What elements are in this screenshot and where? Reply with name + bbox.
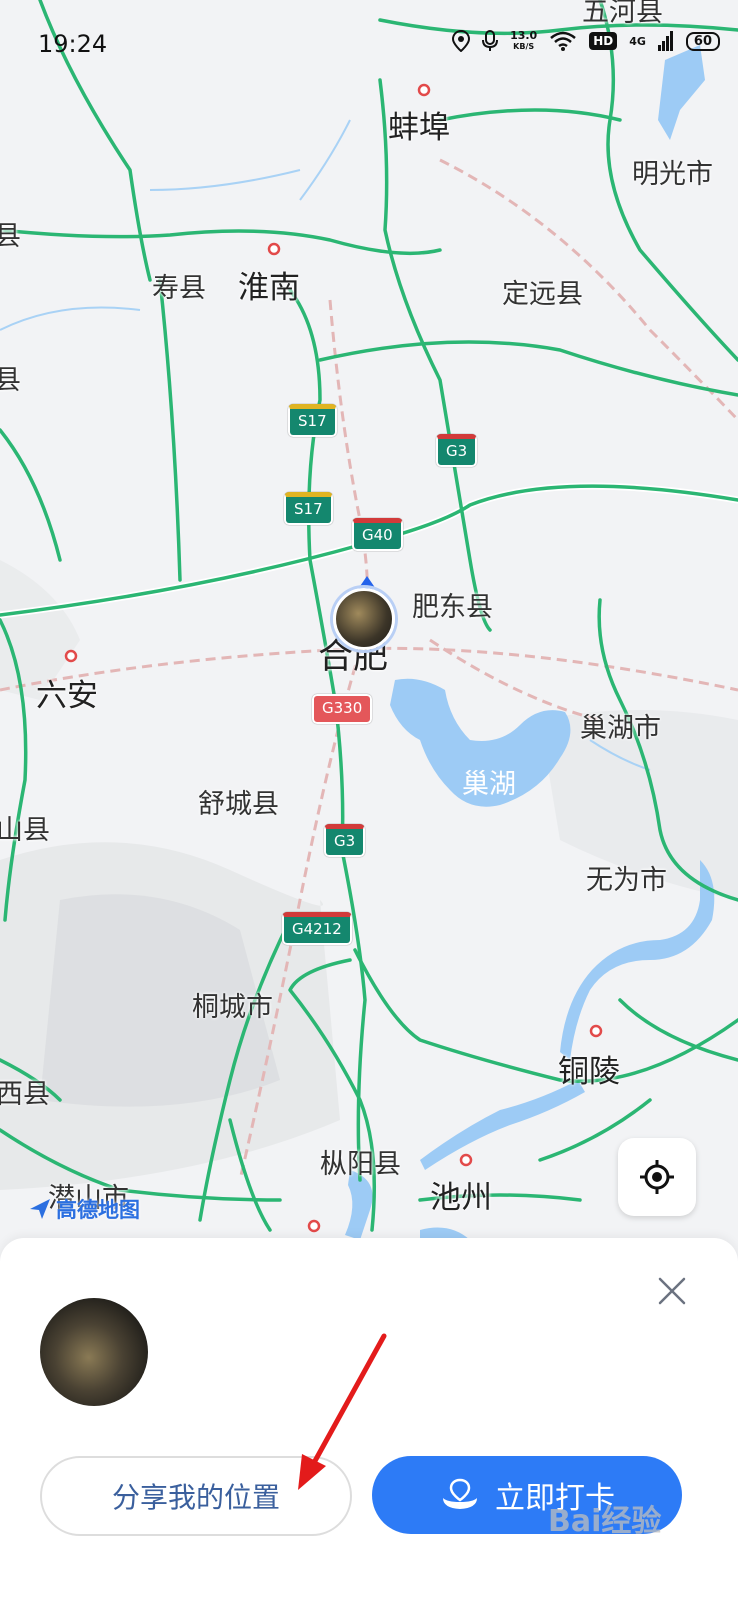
road-shield: S17 <box>288 404 337 437</box>
road-shield: G3 <box>436 434 478 467</box>
lake-label: 巢湖 <box>462 769 516 800</box>
brand-label: 高德地图 <box>56 1198 140 1222</box>
signal-bars-icon <box>657 31 673 51</box>
net-speed-unit: KB/S <box>513 42 535 51</box>
city-label: 西县 <box>0 1079 50 1110</box>
annotation-arrow <box>298 1333 387 1490</box>
status-time: 19:24 <box>38 30 108 58</box>
checkin-icon <box>443 1478 477 1509</box>
crosshair-icon <box>640 1160 674 1194</box>
close-icon[interactable] <box>656 1275 688 1307</box>
signal-label: 4G <box>629 34 646 48</box>
road-shield: G3 <box>324 824 366 857</box>
microphone-icon <box>482 30 499 51</box>
city-label: 淮南 <box>238 270 300 306</box>
city-label: 肥东县 <box>412 592 493 623</box>
hd-badge: HD <box>589 32 618 50</box>
city-label: 池州 <box>430 1180 492 1216</box>
city-label: 六安 <box>36 678 98 714</box>
city-label: 县 <box>0 221 21 252</box>
net-speed-value: 13.0 <box>510 29 538 42</box>
city-label: 无为市 <box>586 865 667 896</box>
city-label: 县 <box>0 365 21 396</box>
city-label: 铜陵 <box>558 1054 620 1090</box>
city-label: 枞阳县 <box>320 1149 401 1180</box>
user-location-avatar[interactable] <box>333 588 395 650</box>
city-label: 山县 <box>0 815 50 846</box>
road-shield: G4212 <box>282 912 352 945</box>
city-label: 桐城市 <box>192 992 273 1023</box>
road-shield: G40 <box>352 518 403 551</box>
city-label: 定远县 <box>502 279 583 310</box>
wifi-icon <box>550 31 577 51</box>
city-label: 巢湖市 <box>580 713 661 744</box>
city-label: 蚌埠 <box>388 110 450 146</box>
city-label: 寿县 <box>152 273 206 304</box>
avatar <box>40 1298 148 1406</box>
location-icon <box>452 30 471 52</box>
watermark: Bai经验 <box>548 1504 662 1539</box>
map-brand: 高德地图 <box>28 1194 140 1224</box>
road-shield: S17 <box>284 492 333 525</box>
status-bar: 19:24 13.0 KB/S HD 4G 60 <box>0 0 738 90</box>
battery-indicator: 60 <box>685 31 720 51</box>
share-location-label: 分享我的位置 <box>111 1481 280 1514</box>
road-shield: G330 <box>312 694 373 724</box>
city-label: 明光市 <box>632 159 713 190</box>
city-label: 舒城县 <box>198 789 279 820</box>
net-speed: 13.0 KB/S <box>510 30 537 52</box>
amap-logo-icon <box>30 1199 50 1219</box>
status-icons: 13.0 KB/S HD 4G 60 <box>452 30 720 52</box>
locate-button[interactable] <box>618 1138 696 1216</box>
